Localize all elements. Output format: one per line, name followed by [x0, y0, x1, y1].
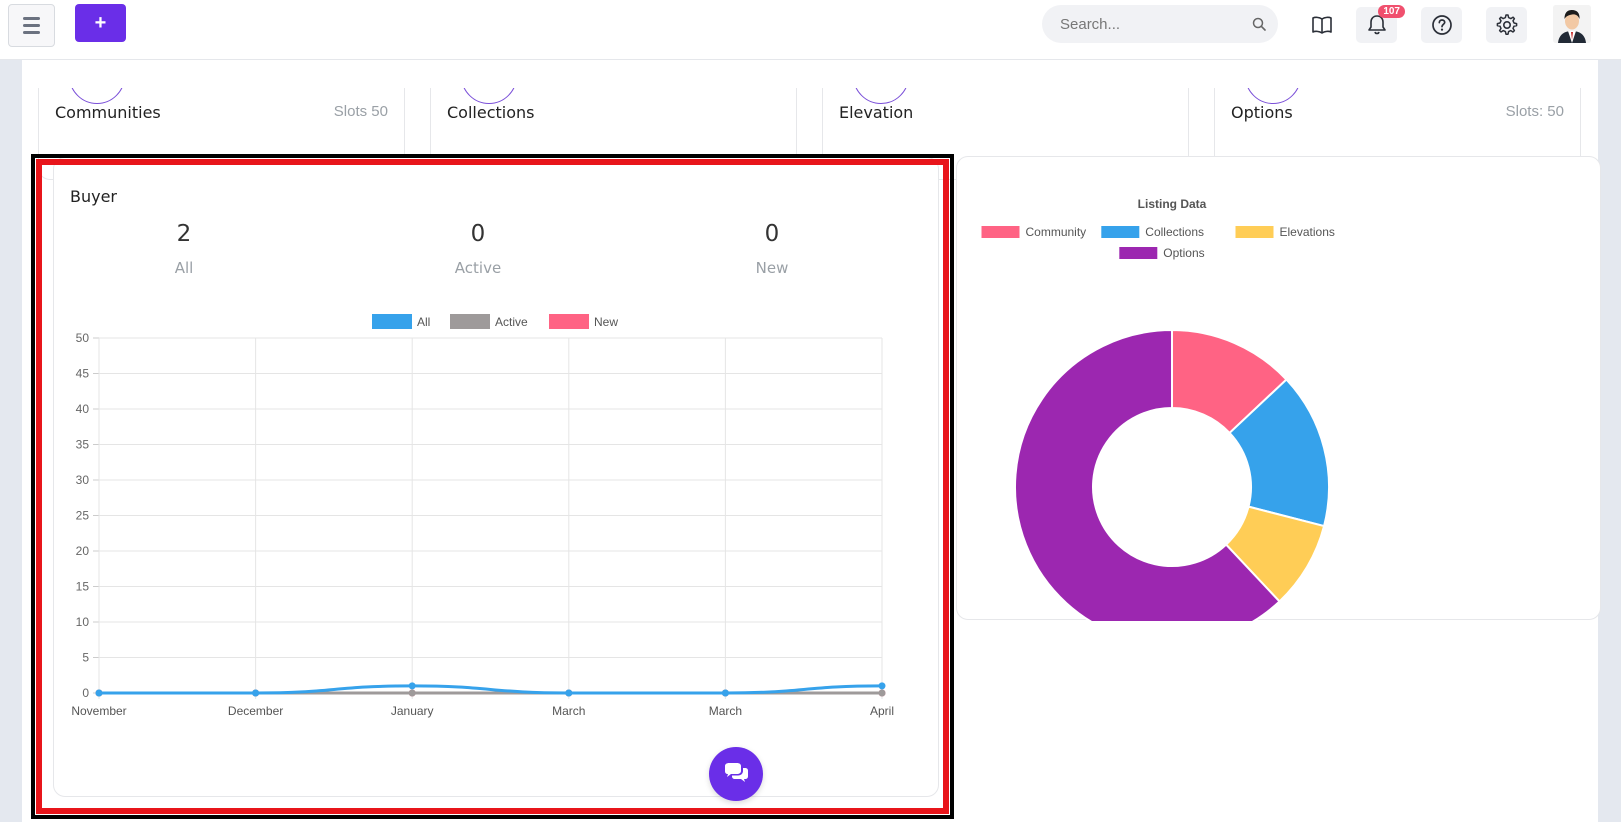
- y-tick-label: 35: [76, 438, 90, 452]
- legend-swatch: [981, 226, 1020, 238]
- y-tick-label: 15: [76, 580, 90, 594]
- legend-swatch: [1235, 226, 1274, 238]
- legend-label: Community: [1026, 225, 1087, 239]
- buyer-line-chart: All Active New 0 5 10 15 20 25 30 35 40 45 50 November…: [71, 314, 894, 718]
- stat-slots: Slots: 50: [1505, 103, 1564, 120]
- x-tick-label: December: [228, 704, 283, 718]
- stat-icon-circle: [69, 88, 125, 104]
- legend-label: New: [594, 315, 618, 329]
- x-tick-label: January: [391, 704, 434, 718]
- y-tick-label: 30: [76, 473, 90, 487]
- stat-title: Options: [1231, 103, 1293, 122]
- legend-label: Elevations: [1280, 225, 1335, 239]
- y-tick-label: 0: [82, 686, 89, 700]
- top-bar: + 107: [0, 0, 1621, 60]
- data-point: [95, 689, 103, 697]
- content-panel: Communities Slots 50 Collections Elevati…: [22, 60, 1601, 822]
- stat-title: Communities: [55, 103, 161, 122]
- y-tick-label: 40: [76, 402, 90, 416]
- legend-label: Active: [495, 315, 528, 329]
- y-tick-label: 25: [76, 509, 90, 523]
- chart-title: Listing Data: [1138, 197, 1207, 211]
- chat-button[interactable]: [709, 747, 763, 801]
- y-tick-label: 5: [82, 651, 89, 665]
- listing-data-card: Listing Data Community Collections Elevatio…: [956, 156, 1601, 645]
- data-point: [721, 689, 729, 697]
- search-icon[interactable]: [1252, 17, 1266, 31]
- book-icon[interactable]: [1301, 7, 1342, 43]
- question-icon[interactable]: [1421, 7, 1462, 43]
- stat-title: Elevation: [839, 103, 914, 122]
- stat-title: Collections: [447, 103, 535, 122]
- notifications-button[interactable]: 107: [1356, 5, 1405, 43]
- listing-donut-chart: Listing Data Community Collections Elevatio…: [981, 197, 1335, 645]
- legend-swatch: [1119, 247, 1158, 259]
- data-point: [878, 689, 886, 697]
- legend-swatch: [549, 314, 589, 329]
- legend-label: All: [417, 315, 430, 329]
- x-tick-label: March: [709, 704, 742, 718]
- legend-swatch: [450, 314, 490, 329]
- x-tick-label: November: [71, 704, 126, 718]
- y-tick-label: 10: [76, 615, 90, 629]
- x-tick-label: April: [870, 704, 894, 718]
- data-point: [878, 682, 886, 690]
- hamburger-icon[interactable]: [8, 4, 55, 47]
- search-box: [1042, 5, 1278, 43]
- chat-icon: [725, 763, 748, 782]
- legend-swatch: [1101, 226, 1140, 238]
- avatar[interactable]: [1553, 5, 1591, 43]
- stat-icon-circle: [461, 88, 517, 104]
- x-tick-label: March: [552, 704, 585, 718]
- gear-icon[interactable]: [1486, 7, 1527, 43]
- data-point: [252, 689, 260, 697]
- data-point: [408, 689, 416, 697]
- stat-icon-circle: [853, 88, 909, 104]
- legend-label: Collections: [1145, 225, 1204, 239]
- legend-label: Options: [1163, 246, 1204, 260]
- stat-slots: Slots 50: [333, 103, 388, 120]
- stat-icon-circle: [1245, 88, 1301, 104]
- data-point: [565, 689, 573, 697]
- add-button[interactable]: +: [75, 4, 126, 42]
- y-tick-label: 20: [76, 544, 90, 558]
- data-point: [408, 682, 416, 690]
- notification-badge: 107: [1378, 5, 1405, 18]
- y-tick-label: 45: [76, 367, 90, 381]
- y-tick-label: 50: [76, 331, 90, 345]
- legend-swatch: [372, 314, 412, 329]
- buyer-card: Buyer 2 All 0 Active 0 New All Active New 0…: [53, 157, 939, 797]
- search-input[interactable]: [1060, 14, 1240, 34]
